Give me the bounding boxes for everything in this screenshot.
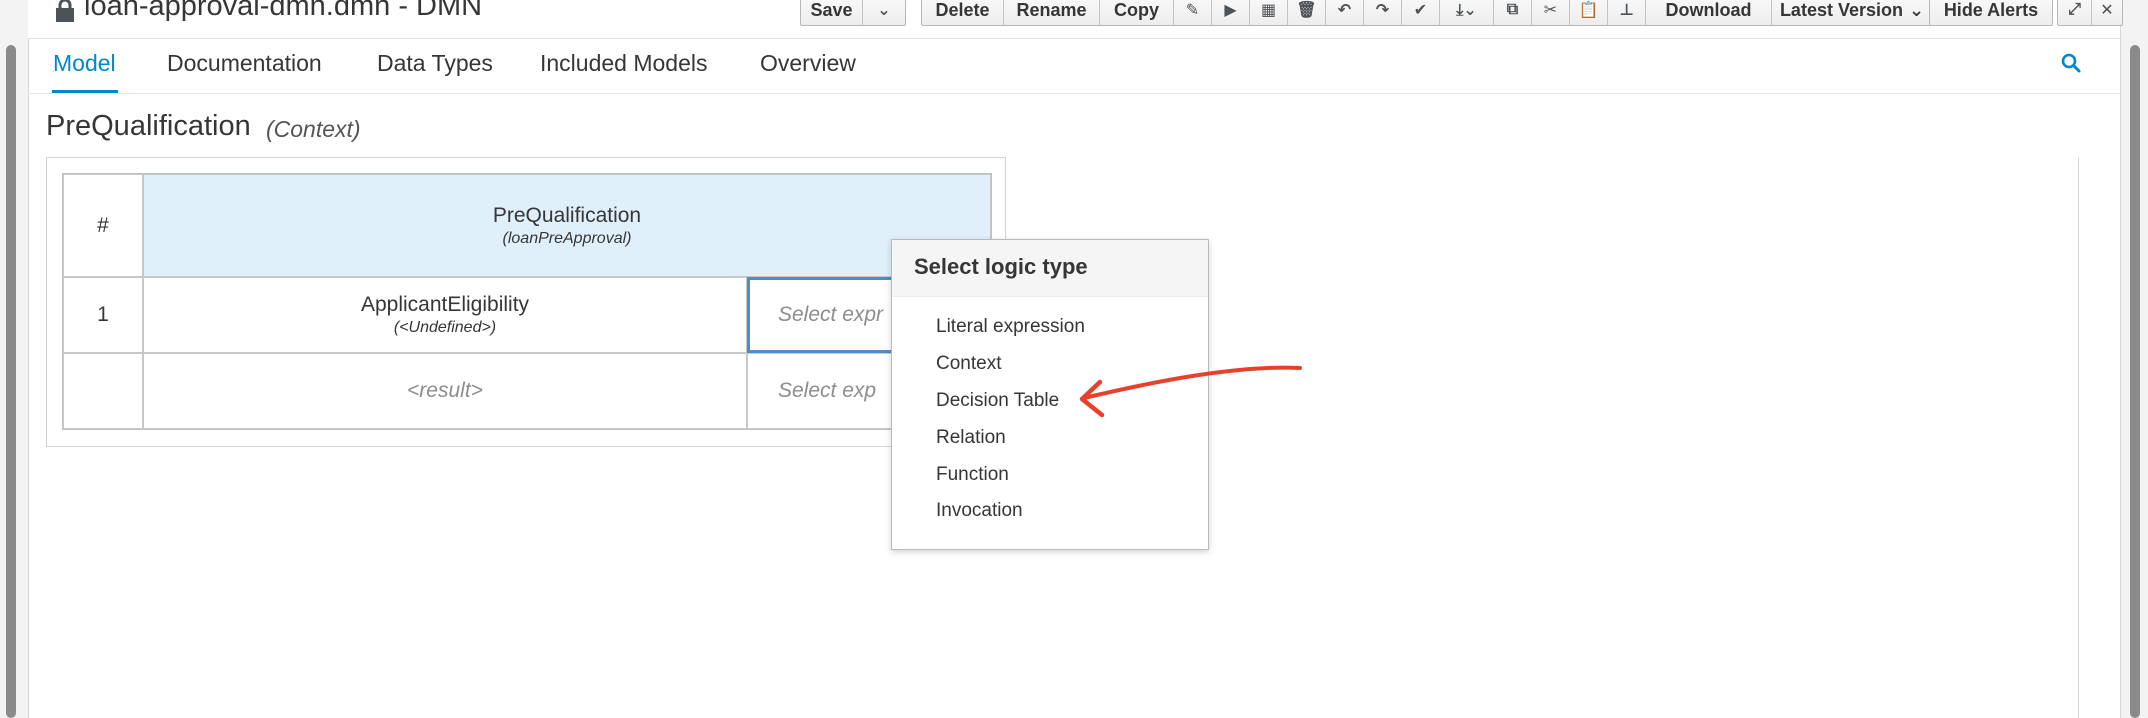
save-dropdown-button[interactable]: ⌄ xyxy=(863,0,905,25)
expand-icon: ⤢ xyxy=(2068,1,2081,18)
latest-version-dropdown[interactable]: Latest Version ⌄ xyxy=(1772,0,1932,25)
hide-alerts-button[interactable]: Hide Alerts xyxy=(1930,0,2052,25)
undo-button[interactable]: ↶ xyxy=(1326,0,1364,25)
annotation-arrow-icon xyxy=(1079,365,1302,418)
tab-overview[interactable]: Overview xyxy=(760,50,856,77)
paste-icon: 📋 xyxy=(1578,2,1599,19)
context-entry-name-cell[interactable]: ApplicantEligibility (<Undefined>) xyxy=(143,277,747,353)
search-icon[interactable] xyxy=(2060,52,2082,74)
redo-icon: ↷ xyxy=(1375,2,1390,19)
entry-name: ApplicantEligibility xyxy=(360,293,530,316)
popover-title: Select logic type xyxy=(914,254,1088,279)
row-number-header-label: # xyxy=(97,213,109,237)
undo-icon: ↶ xyxy=(1337,2,1352,19)
tab-documentation[interactable]: Documentation xyxy=(167,50,322,77)
tab-model[interactable]: Model xyxy=(53,50,116,77)
result-label: <result> xyxy=(407,379,483,402)
play-icon: ▶ xyxy=(1224,2,1237,19)
context-grid: # PreQualification (loanPreApproval) 1 A… xyxy=(62,173,992,430)
panel-edge xyxy=(2078,157,2079,718)
logic-type-invocation[interactable]: Invocation xyxy=(936,500,1023,522)
row-number-cell: 1 xyxy=(63,277,143,353)
trash-button[interactable]: 🗑 xyxy=(1288,0,1326,25)
logic-type-function[interactable]: Function xyxy=(936,464,1009,486)
save-button-group: Save ⌄ xyxy=(800,0,906,26)
cut-button[interactable]: ✂ xyxy=(1532,0,1570,25)
duplicate-button[interactable]: ⧉ xyxy=(1494,0,1532,25)
latest-version-label: Latest Version xyxy=(1779,0,1903,20)
row-number: 1 xyxy=(97,303,109,326)
eraser-button[interactable]: ✎ xyxy=(1174,0,1212,25)
validate-button[interactable]: ✔ xyxy=(1402,0,1440,25)
redo-button[interactable]: ↷ xyxy=(1364,0,1402,25)
export-dropdown-button[interactable]: ⤓⌄ xyxy=(1440,0,1494,25)
eraser-icon: ✎ xyxy=(1185,2,1200,19)
check-icon: ✔ xyxy=(1413,2,1428,19)
logic-type-relation[interactable]: Relation xyxy=(936,427,1006,449)
save-button[interactable]: Save xyxy=(801,0,863,25)
rename-button[interactable]: Rename xyxy=(1004,0,1100,25)
export-icon: ⤓⌄ xyxy=(1456,2,1477,19)
file-title: loan-approval-dmn.dmn - DMN xyxy=(84,0,483,22)
close-button[interactable]: ✕ xyxy=(2092,0,2122,25)
result-entry-cell[interactable]: <result> xyxy=(143,353,747,429)
grid-icon: ▦ xyxy=(1260,2,1277,19)
select-expression-placeholder: Select expr xyxy=(778,303,884,326)
paste-button[interactable]: 📋 xyxy=(1570,0,1608,25)
expression-type: (Context) xyxy=(266,116,361,142)
maximize-button[interactable]: ⤢ xyxy=(2058,0,2092,25)
delete-button[interactable]: Delete xyxy=(922,0,1004,25)
duplicate-icon: ⧉ xyxy=(1506,1,1519,18)
row-number-cell xyxy=(63,353,143,429)
context-column-header[interactable]: PreQualification (loanPreApproval) xyxy=(143,174,991,277)
close-icon: ✕ xyxy=(2100,2,2114,19)
window-controls-group: ⤢ ✕ xyxy=(2057,0,2123,26)
lock-icon xyxy=(56,0,74,22)
tab-included-models[interactable]: Included Models xyxy=(540,50,708,77)
column-name: PreQualification xyxy=(492,203,642,227)
grid-button[interactable]: ▦ xyxy=(1250,0,1288,25)
right-scrollbar[interactable] xyxy=(2130,45,2140,718)
chevron-down-icon: ⌄ xyxy=(1908,0,1925,20)
select-expression-placeholder: Select exp xyxy=(778,379,877,402)
run-button[interactable]: ▶ xyxy=(1212,0,1250,25)
trash-icon: 🗑 xyxy=(1296,2,1317,19)
tab-data-types[interactable]: Data Types xyxy=(377,50,493,77)
row-number-header: # xyxy=(63,174,143,277)
file-actions-group: Delete Rename Copy ✎ ▶ ▦ 🗑 ↶ ↷ ✔ ⤓⌄ ⧉ ✂ … xyxy=(921,0,1933,26)
logic-type-literal-expression[interactable]: Literal expression xyxy=(936,316,1085,338)
hierarchy-button[interactable]: ⊥ xyxy=(1608,0,1646,25)
logic-type-context[interactable]: Context xyxy=(936,353,1001,375)
hide-alerts-group: Hide Alerts xyxy=(1929,0,2053,26)
chevron-down-icon: ⌄ xyxy=(877,2,891,19)
expression-name: PreQualification xyxy=(46,110,251,142)
entry-type: (<Undefined>) xyxy=(393,319,497,336)
scissors-icon: ✂ xyxy=(1543,2,1558,19)
tabs-divider xyxy=(28,93,2120,94)
copy-button[interactable]: Copy xyxy=(1100,0,1174,25)
column-type: (loanPreApproval) xyxy=(502,229,632,247)
download-button[interactable]: Download xyxy=(1646,0,1772,25)
left-scrollbar[interactable] xyxy=(6,45,16,718)
logic-type-decision-table[interactable]: Decision Table xyxy=(936,390,1059,412)
sitemap-icon: ⊥ xyxy=(1619,2,1634,19)
